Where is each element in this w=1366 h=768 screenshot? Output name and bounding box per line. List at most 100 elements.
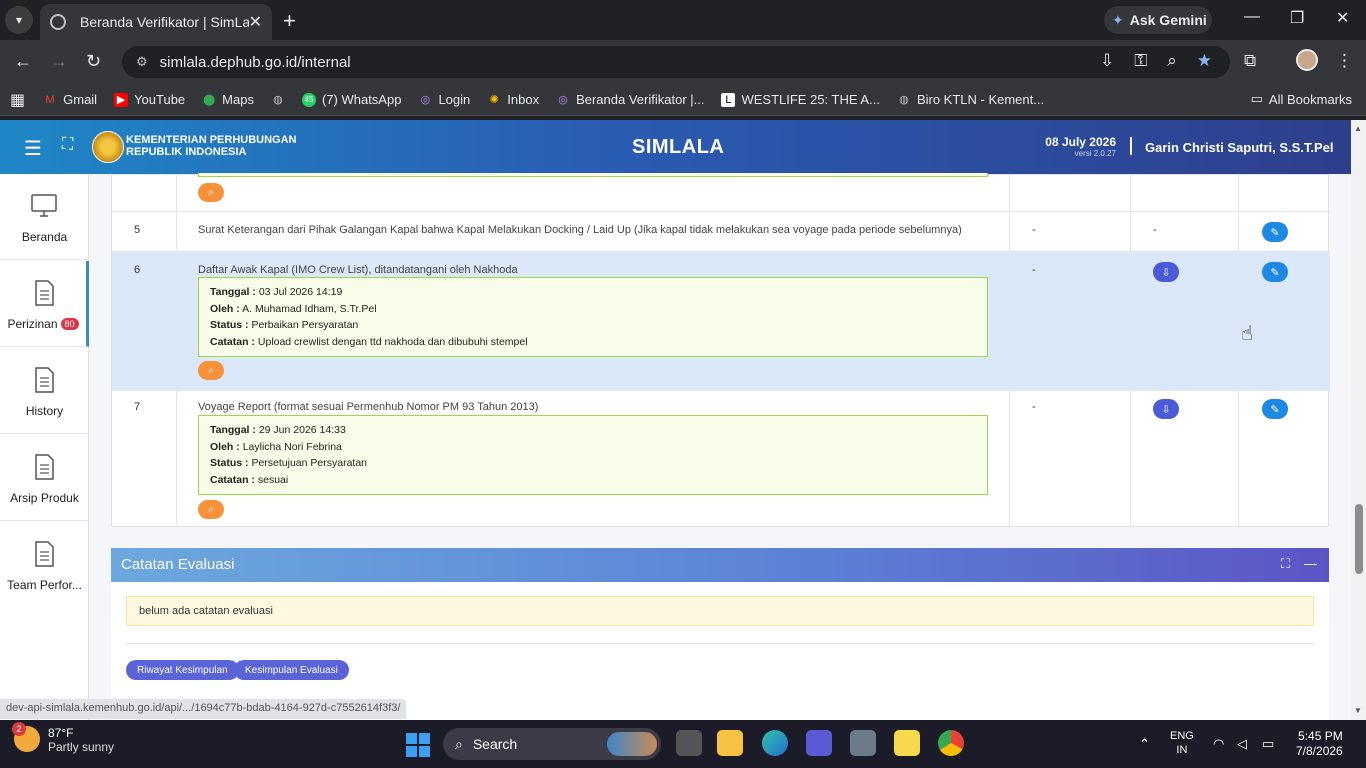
sidebar: Beranda Perizinan 80 History Arsip Produk… xyxy=(0,174,89,720)
bookmark-biro-ktln[interactable]: ◍ Biro KTLN - Kement... xyxy=(897,92,1044,107)
row-number: 5 xyxy=(134,224,141,236)
new-tab-icon[interactable]: + xyxy=(283,8,296,34)
windows-start-icon[interactable] xyxy=(406,733,430,757)
detail-search-button[interactable]: ⌕ xyxy=(198,500,224,519)
vscode-icon[interactable] xyxy=(806,730,832,756)
edit-button[interactable]: ✎ xyxy=(1262,222,1288,242)
sidebar-item-arsip-produk[interactable]: Arsip Produk xyxy=(0,435,89,521)
edit-button[interactable]: ✎ xyxy=(1262,262,1288,282)
bookmark-youtube[interactable]: ▶ YouTube xyxy=(114,92,185,107)
bookmark-beranda[interactable]: ◎ Beranda Verifikator |... xyxy=(556,92,704,107)
detail-search-button[interactable]: ⌕ xyxy=(198,183,224,202)
site-favicon-icon xyxy=(50,14,66,30)
tanggal-value: 29 Jun 2026 14:33 xyxy=(258,424,346,436)
system-clock[interactable]: 5:45 PM 7/8/2026 xyxy=(1296,729,1343,759)
forward-icon[interactable]: → xyxy=(50,51,68,72)
file-explorer-icon[interactable] xyxy=(717,730,743,756)
bookmark-gmail[interactable]: M Gmail xyxy=(43,92,98,107)
detail-search-button[interactable]: ⌕ xyxy=(198,361,224,380)
edge-browser-icon[interactable] xyxy=(762,730,788,756)
language-code: ENG xyxy=(1170,730,1194,742)
sidebar-item-team-performance[interactable]: Team Perfor... xyxy=(0,522,89,608)
close-window-icon[interactable]: ✕ xyxy=(1336,8,1349,28)
bookmark-label: Maps xyxy=(222,92,254,107)
wifi-icon[interactable]: ◠ xyxy=(1213,736,1224,752)
maximize-window-icon[interactable]: ❐ xyxy=(1290,8,1304,28)
bookmark-star-icon[interactable]: ★ xyxy=(1197,51,1212,71)
task-view-icon[interactable] xyxy=(676,730,702,756)
battery-icon[interactable]: ▭ xyxy=(1262,736,1274,752)
sticky-notes-icon[interactable] xyxy=(894,730,920,756)
app-title: SIMLALA xyxy=(632,136,725,158)
oleh-value: Laylicha Nori Febrina xyxy=(242,440,342,453)
collapse-card-icon[interactable]: — xyxy=(1304,556,1317,572)
download-button[interactable]: ⇩ xyxy=(1153,399,1179,419)
download-button[interactable]: ⇩ xyxy=(1153,262,1179,282)
search-label: Search xyxy=(472,736,518,752)
bookmark-globe[interactable]: ◍ xyxy=(271,93,285,107)
apps-grid-icon[interactable]: ▦ xyxy=(10,90,25,110)
page-scrollbar[interactable]: ▲ ▼ xyxy=(1351,120,1366,720)
document-icon xyxy=(35,280,54,306)
scroll-up-icon[interactable]: ▲ xyxy=(1354,124,1362,133)
bookmark-label: Beranda Verifikator |... xyxy=(576,92,705,107)
scrollbar-thumb[interactable] xyxy=(1355,504,1363,574)
requirement-name: Voyage Report (format sesuai Permenhub N… xyxy=(198,401,539,413)
all-bookmarks[interactable]: ▭ All Bookmarks xyxy=(1251,91,1352,107)
bookmark-whatsapp[interactable]: 45 (7) WhatsApp xyxy=(301,92,401,107)
menu-kebab-icon[interactable]: ⋮ xyxy=(1336,51,1353,71)
fullscreen-icon[interactable]: ⛶ xyxy=(62,136,73,154)
install-app-icon[interactable]: ⇩ xyxy=(1100,51,1114,71)
camera-app-icon[interactable] xyxy=(850,730,876,756)
extensions-icon[interactable]: ⧉ xyxy=(1244,51,1256,71)
weather-sun-icon: 2 xyxy=(12,722,40,752)
clock-time: 5:45 PM xyxy=(1298,729,1343,743)
scroll-down-icon[interactable]: ▼ xyxy=(1354,706,1362,715)
address-bar[interactable]: ⚙ simlala.dephub.go.id/internal ⇩ ⚿ ⌕ ★ xyxy=(122,46,1230,78)
status-label: Status : xyxy=(210,457,249,469)
sidebar-item-history[interactable]: History xyxy=(0,348,89,434)
bookmark-label: Biro KTLN - Kement... xyxy=(916,92,1045,107)
chrome-icon[interactable] xyxy=(938,730,964,756)
ask-gemini-button[interactable]: ✦ Ask Gemini xyxy=(1104,6,1212,34)
hand-cursor-icon: ☝ xyxy=(1241,323,1254,345)
requirement-name: Surat Keterangan dari Pihak Galangan Kap… xyxy=(198,224,962,236)
user-name[interactable]: Garin Christi Saputri, S.S.T.Pel xyxy=(1145,140,1334,155)
main-content: ⌕ 5 Surat Keterangan dari Pihak Galangan… xyxy=(89,173,1351,720)
tray-overflow-icon[interactable]: ⌃ xyxy=(1139,736,1150,752)
status-label: Status : xyxy=(210,319,249,331)
close-tab-icon[interactable]: ✕ xyxy=(249,12,262,32)
tab-search-icon[interactable]: ▾ xyxy=(5,6,33,34)
edit-button[interactable]: ✎ xyxy=(1262,399,1288,419)
monitor-icon xyxy=(31,194,57,217)
profile-avatar[interactable] xyxy=(1296,49,1318,71)
bookmark-inbox[interactable]: ✺ Inbox xyxy=(487,92,539,107)
back-icon[interactable]: ← xyxy=(14,51,32,72)
bookmark-westlife[interactable]: L WESTLIFE 25: THE A... xyxy=(721,92,880,107)
sidebar-item-beranda[interactable]: Beranda xyxy=(0,174,89,260)
riwayat-kesimpulan-button[interactable]: Riwayat Kesimpulan xyxy=(126,660,239,680)
weather-widget[interactable]: 2 87°F Partly sunny xyxy=(12,722,114,754)
volume-icon[interactable]: ◁ xyxy=(1237,736,1247,752)
minimize-window-icon[interactable]: — xyxy=(1244,8,1260,26)
bookmark-maps[interactable]: ⬤ Maps xyxy=(202,92,254,107)
reload-icon[interactable]: ↻ xyxy=(86,51,101,72)
card-title: Catatan Evaluasi xyxy=(121,556,235,573)
verification-info-box: Tanggal : 03 Jul 2026 14:19 Oleh : A. Mu… xyxy=(198,277,988,357)
document-icon xyxy=(35,367,54,393)
password-key-icon[interactable]: ⚿ xyxy=(1134,51,1147,71)
site-info-icon[interactable]: ⚙ xyxy=(136,54,148,70)
keyboard-layout: IN xyxy=(1176,744,1188,756)
hamburger-menu-icon[interactable]: ☰ xyxy=(24,136,42,161)
kesimpulan-evaluasi-button[interactable]: Kesimpulan Evaluasi xyxy=(234,660,349,680)
input-language[interactable]: ENG IN xyxy=(1170,729,1194,757)
maximize-card-icon[interactable]: ⛶ xyxy=(1281,556,1290,572)
bookmark-login[interactable]: ◎ Login xyxy=(418,92,471,107)
zoom-icon[interactable]: ⌕ xyxy=(1167,51,1177,71)
sidebar-item-perizinan[interactable]: Perizinan 80 xyxy=(0,261,89,347)
browser-tab[interactable]: Beranda Verifikator | SimLala ✕ xyxy=(40,4,272,40)
tanggal-value: 03 Jul 2026 14:19 xyxy=(258,286,343,298)
globe-icon: ◍ xyxy=(899,94,909,106)
web-page: ☰ ⛶ KEMENTERIAN PERHUBUNGAN REPUBLIK IND… xyxy=(0,120,1351,720)
taskbar-search[interactable]: ⌕ Search xyxy=(443,728,661,760)
